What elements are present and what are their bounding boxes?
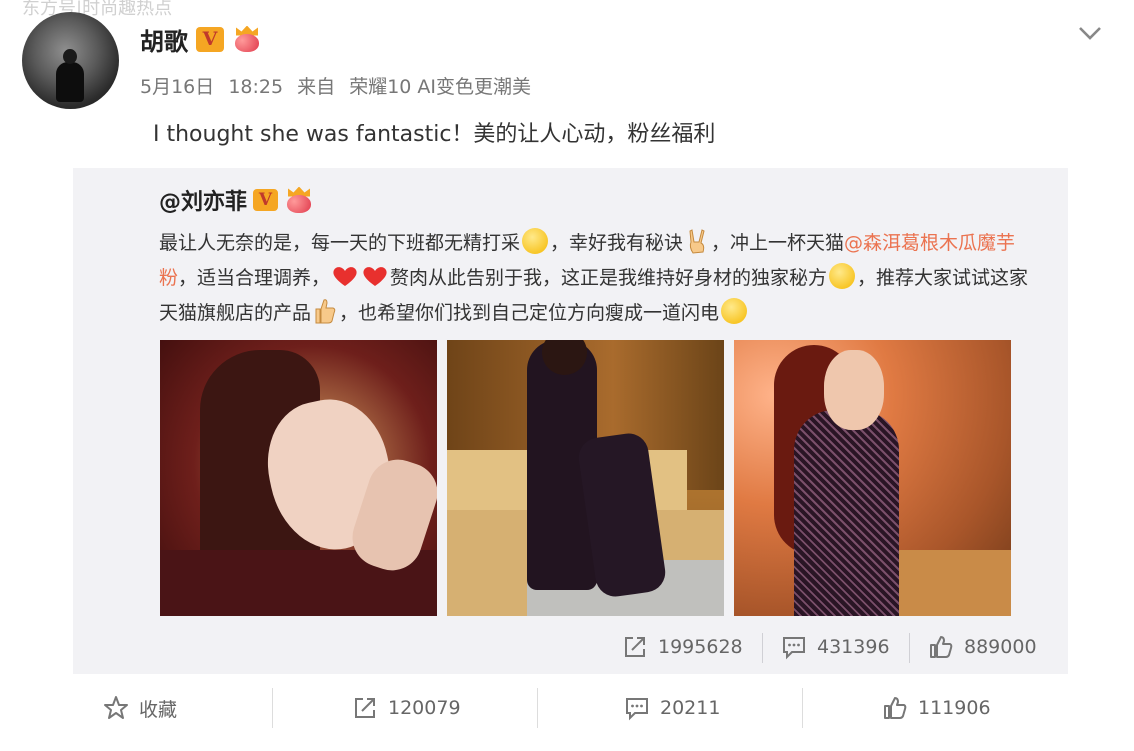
member-crown-icon[interactable] (232, 25, 262, 53)
text-part: ，也希望你们找到自己定位方向瘦成一道闪电 (339, 302, 720, 324)
original-author-row: @刘亦菲 V (159, 184, 314, 216)
sleepy-face-emoji-icon (522, 228, 549, 254)
comment-icon (626, 698, 648, 721)
post-header: 胡歌 V 5月16日 18:25 来自 荣耀10 AI变色更潮美 (22, 12, 1134, 112)
divider (762, 633, 763, 663)
card-like-count: 889000 (964, 636, 1037, 658)
avatar[interactable] (22, 12, 119, 109)
comment-count: 20211 (660, 697, 721, 719)
heart-emoji-icon (363, 267, 387, 286)
comment-button[interactable]: 20211 (624, 682, 720, 734)
user-name[interactable]: 胡歌 (140, 22, 188, 57)
like-button[interactable]: 111906 (882, 682, 991, 734)
text-part: ，适当合理调养， (178, 267, 331, 289)
post-text: I thought she was fantastic！美的让人心动，粉丝福利 (153, 122, 716, 147)
text-part: ，冲上一杯天猫 (711, 232, 845, 254)
repost-count: 120079 (388, 697, 461, 719)
text-part: 最让人无奈的是，每一天的下班都无精打采 (159, 232, 521, 254)
repost-icon (625, 637, 645, 657)
post-meta: 5月16日 18:25 来自 荣耀10 AI变色更潮美 (140, 72, 531, 99)
star-icon (104, 696, 128, 719)
card-comment-button[interactable]: 431396 (781, 627, 890, 667)
card-like-button[interactable]: 889000 (928, 627, 1037, 667)
repost-button[interactable]: 120079 (352, 682, 461, 734)
heart-emoji-icon (333, 267, 357, 286)
card-comment-count: 431396 (817, 636, 890, 658)
card-repost-count: 1995628 (658, 636, 743, 658)
post-actions: 收藏 120079 20211 111906 (0, 682, 1134, 742)
original-post-text: 最让人无奈的是，每一天的下班都无精打采 ，幸好我有秘诀 ，冲上一杯天猫@森洱葛根木瓜… (159, 226, 1039, 331)
post-time[interactable]: 18:25 (228, 76, 283, 98)
like-count: 111906 (918, 697, 991, 719)
photo-thumbnail[interactable] (160, 340, 437, 616)
thumbs-up-emoji-icon (315, 299, 336, 324)
photo-row (160, 340, 1011, 616)
thumbs-up-icon (930, 636, 953, 658)
photo-thumbnail[interactable] (447, 340, 724, 616)
text-part: 赘肉从此告别于我，这正是我维持好身材的独家秘方 (390, 267, 828, 289)
repost-icon (355, 698, 375, 718)
repost-card[interactable]: @刘亦菲 V 最让人无奈的是，每一天的下班都无精打采 ，幸好我有秘诀 ，冲上一杯天猫… (73, 168, 1068, 674)
original-author-name[interactable]: @刘亦菲 (159, 184, 247, 216)
verified-v-icon[interactable]: V (253, 189, 279, 211)
divider (802, 688, 803, 728)
source-prefix: 来自 (297, 76, 336, 98)
photo-thumbnail[interactable] (734, 340, 1011, 616)
favorite-button[interactable]: 收藏 (103, 682, 177, 734)
comment-icon (783, 637, 805, 660)
verified-v-icon[interactable]: V (196, 26, 224, 52)
favorite-label: 收藏 (139, 698, 178, 721)
grinning-face-emoji-icon (721, 298, 748, 324)
thinking-face-emoji-icon (829, 263, 856, 289)
repost-card-actions: 1995628 431396 889000 (73, 627, 1068, 667)
member-crown-icon[interactable] (284, 186, 314, 214)
name-row: 胡歌 V (140, 22, 262, 57)
post-source[interactable]: 荣耀10 AI变色更潮美 (349, 76, 531, 98)
divider (909, 633, 910, 663)
divider (272, 688, 273, 728)
text-part: ，幸好我有秘诀 (550, 232, 684, 254)
victory-hand-emoji-icon (689, 229, 705, 254)
card-repost-button[interactable]: 1995628 (622, 627, 743, 667)
thumbs-up-icon (884, 697, 907, 719)
post-date[interactable]: 5月16日 (140, 76, 214, 98)
divider (537, 688, 538, 728)
chevron-down-icon[interactable] (1078, 24, 1102, 42)
